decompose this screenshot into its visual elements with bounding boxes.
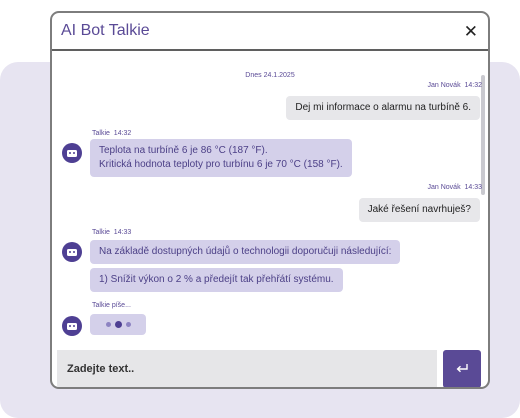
user-message: Dej mi informace o alarmu na turbíně 6. (286, 96, 480, 120)
date-divider: Dnes 24.1.2025 (245, 72, 295, 79)
bot-avatar-icon (62, 316, 82, 336)
bot-message: Teplota na turbíně 6 je 86 °C (187 °F). … (90, 139, 352, 177)
message-meta: Jan Novák 14:32 (427, 82, 483, 89)
send-button[interactable] (443, 350, 481, 387)
bot-avatar-icon (62, 242, 82, 262)
close-icon[interactable]: ✕ (464, 23, 478, 40)
typing-indicator (90, 314, 146, 335)
chat-window: AI Bot Talkie ✕ Dnes 24.1.2025 Jan Novák… (50, 11, 490, 389)
scrollbar[interactable] (481, 75, 485, 195)
enter-arrow-icon (456, 364, 468, 373)
user-message: Jaké řešení navrhuješ? (358, 198, 480, 222)
typing-dot (114, 321, 122, 328)
bot-message-line: Kritická hodnota teploty pro turbínu 6 j… (99, 159, 343, 170)
window-title: AI Bot Talkie (61, 22, 150, 39)
bot-message: Na základě dostupných údajů o technologi… (90, 240, 401, 264)
chat-log[interactable]: Dnes 24.1.2025 Jan Novák 14:32 Dej mi in… (52, 53, 488, 343)
message-meta: Talkie 14:33 (92, 229, 132, 236)
bot-message: 1) Snížit výkon o 2 % a předejít tak pře… (90, 268, 343, 292)
message-meta: Talkie 14:32 (92, 130, 132, 137)
typing-status: Talkie píše... (92, 302, 131, 309)
typing-dot (105, 322, 111, 327)
typing-dot (125, 322, 131, 327)
bot-avatar-icon (62, 143, 82, 163)
message-meta: Jan Novák 14:33 (427, 184, 483, 191)
bot-message-line: Teplota na turbíně 6 je 86 °C (187 °F). (99, 145, 268, 156)
title-bar: AI Bot Talkie ✕ (52, 13, 488, 51)
message-input[interactable] (57, 350, 437, 387)
